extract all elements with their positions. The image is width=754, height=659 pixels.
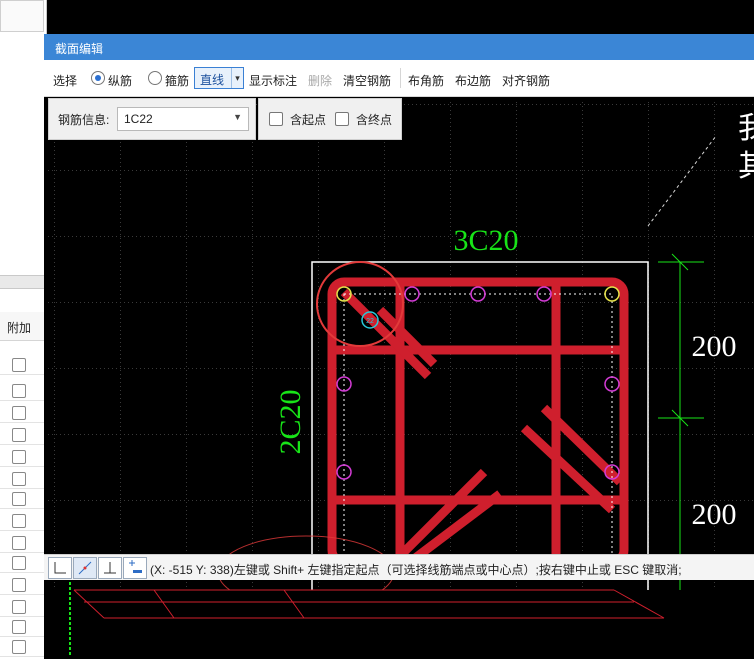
column-header-label: 附加 [7,321,32,335]
draw-mode-value: 直线 [200,73,225,87]
toolbar-separator [400,68,401,88]
longitudinal-label[interactable]: 纵筋 [108,72,132,89]
align-rebar-button[interactable]: 对齐钢筋 [502,72,550,89]
add-point-icon[interactable] [123,557,147,579]
row-divider [0,552,46,553]
rebar-point[interactable] [604,286,620,302]
row-checkbox[interactable] [12,428,26,442]
chevron-down-icon: ▾ [231,68,243,88]
longitudinal-radio[interactable] [91,71,105,85]
rebar-point[interactable] [604,376,620,392]
row-checkbox[interactable] [12,620,26,634]
corner-rebar-button[interactable]: 布角筋 [408,72,444,89]
lower-3d-view[interactable] [44,580,754,659]
cursor-bar-label: 22 [366,318,374,325]
row-checkbox[interactable] [12,600,26,614]
top-rebar-label: 3C20 [453,224,518,257]
rebar-info-select[interactable]: 1C22 ▼ [117,107,249,131]
endpoint-options-bar: 含起点 含终点 [258,98,402,140]
row-divider [0,616,46,617]
row-checkbox[interactable] [12,556,26,570]
row-checkbox[interactable] [12,384,26,398]
reference-line [647,135,717,227]
section-edit-dialog: 截面编辑 选择 纵筋 箍筋 直线 ▾ 显示标注 删除 清空钢筋 布角筋 布边筋 … [44,34,754,659]
row-divider [0,594,46,595]
include-end-label[interactable]: 含终点 [356,111,392,128]
row-divider [0,466,46,467]
corner-text-1: 其 [738,150,754,183]
side-rebar-label: 2C20 [274,389,307,454]
column-header: 附加 [0,312,46,341]
row-divider [0,444,46,445]
rebar-info-bar: 钢筋信息: 1C22 ▼ [48,98,256,140]
toolbar: 选择 纵筋 箍筋 直线 ▾ 显示标注 删除 清空钢筋 布角筋 布边筋 对齐钢筋 [44,60,754,97]
dimension-label-2: 200 [692,498,737,531]
background-side-panel: 附加 [0,0,47,659]
rebar-point[interactable] [336,464,352,480]
dialog-title: 截面编辑 [55,42,104,56]
include-start-checkbox[interactable] [269,112,283,126]
include-end-checkbox[interactable] [335,112,349,126]
status-text: (X: -515 Y: 338)左键或 Shift+ 左键指定起点（可选择线筋端… [150,563,682,577]
row-divider [0,572,46,573]
row-divider [0,374,46,375]
edge-rebar-button[interactable]: 布边筋 [455,72,491,89]
row-checkbox[interactable] [12,536,26,550]
row-divider [0,400,46,401]
diagonal-tie [340,288,432,380]
row-checkbox[interactable] [12,472,26,486]
corner-text-2: 我 [738,112,754,145]
dialog-titlebar[interactable]: 截面编辑 [44,34,754,60]
row-divider [0,656,46,657]
panel-splitter[interactable] [0,275,46,289]
row-checkbox[interactable] [12,406,26,420]
rebar-info-label: 钢筋信息: [58,113,110,127]
status-bar: (X: -515 Y: 338)左键或 Shift+ 左键指定起点（可选择线筋端… [44,554,754,580]
dimension-label-1: 200 [692,330,737,363]
row-checkbox[interactable] [12,578,26,592]
rebar-point[interactable] [404,286,420,302]
include-start-label[interactable]: 含起点 [290,111,326,128]
drawing-canvas[interactable]: 22 3C20 2C20 200 200 我 其 [44,96,754,590]
rebar-point[interactable] [470,286,486,302]
stirrup-radio[interactable] [148,71,162,85]
rebar-info-value: 1C22 [124,112,153,126]
snap-line-icon[interactable] [73,557,97,579]
ortho-mode-icon[interactable] [48,557,72,579]
panel-top-box [0,0,44,32]
row-checkbox[interactable] [12,450,26,464]
stirrup-group [327,277,629,567]
row-checkbox[interactable] [12,514,26,528]
row-divider [0,488,46,489]
select-button[interactable]: 选择 [53,72,77,89]
row-divider [0,422,46,423]
stirrup-label[interactable]: 箍筋 [165,72,189,89]
lower-view-frame [73,589,665,619]
clear-rebar-button[interactable]: 清空钢筋 [343,72,391,89]
row-divider [0,530,46,531]
show-marks-button[interactable]: 显示标注 [249,72,297,89]
draw-mode-select[interactable]: 直线 ▾ [194,67,244,89]
row-checkbox[interactable] [12,640,26,654]
perpendicular-snap-icon[interactable] [98,557,122,579]
chevron-down-icon: ▼ [233,112,242,122]
delete-button[interactable]: 删除 [308,72,332,89]
row-checkbox[interactable] [12,358,26,372]
row-divider [0,508,46,509]
row-checkbox[interactable] [12,492,26,506]
row-divider [0,636,46,637]
